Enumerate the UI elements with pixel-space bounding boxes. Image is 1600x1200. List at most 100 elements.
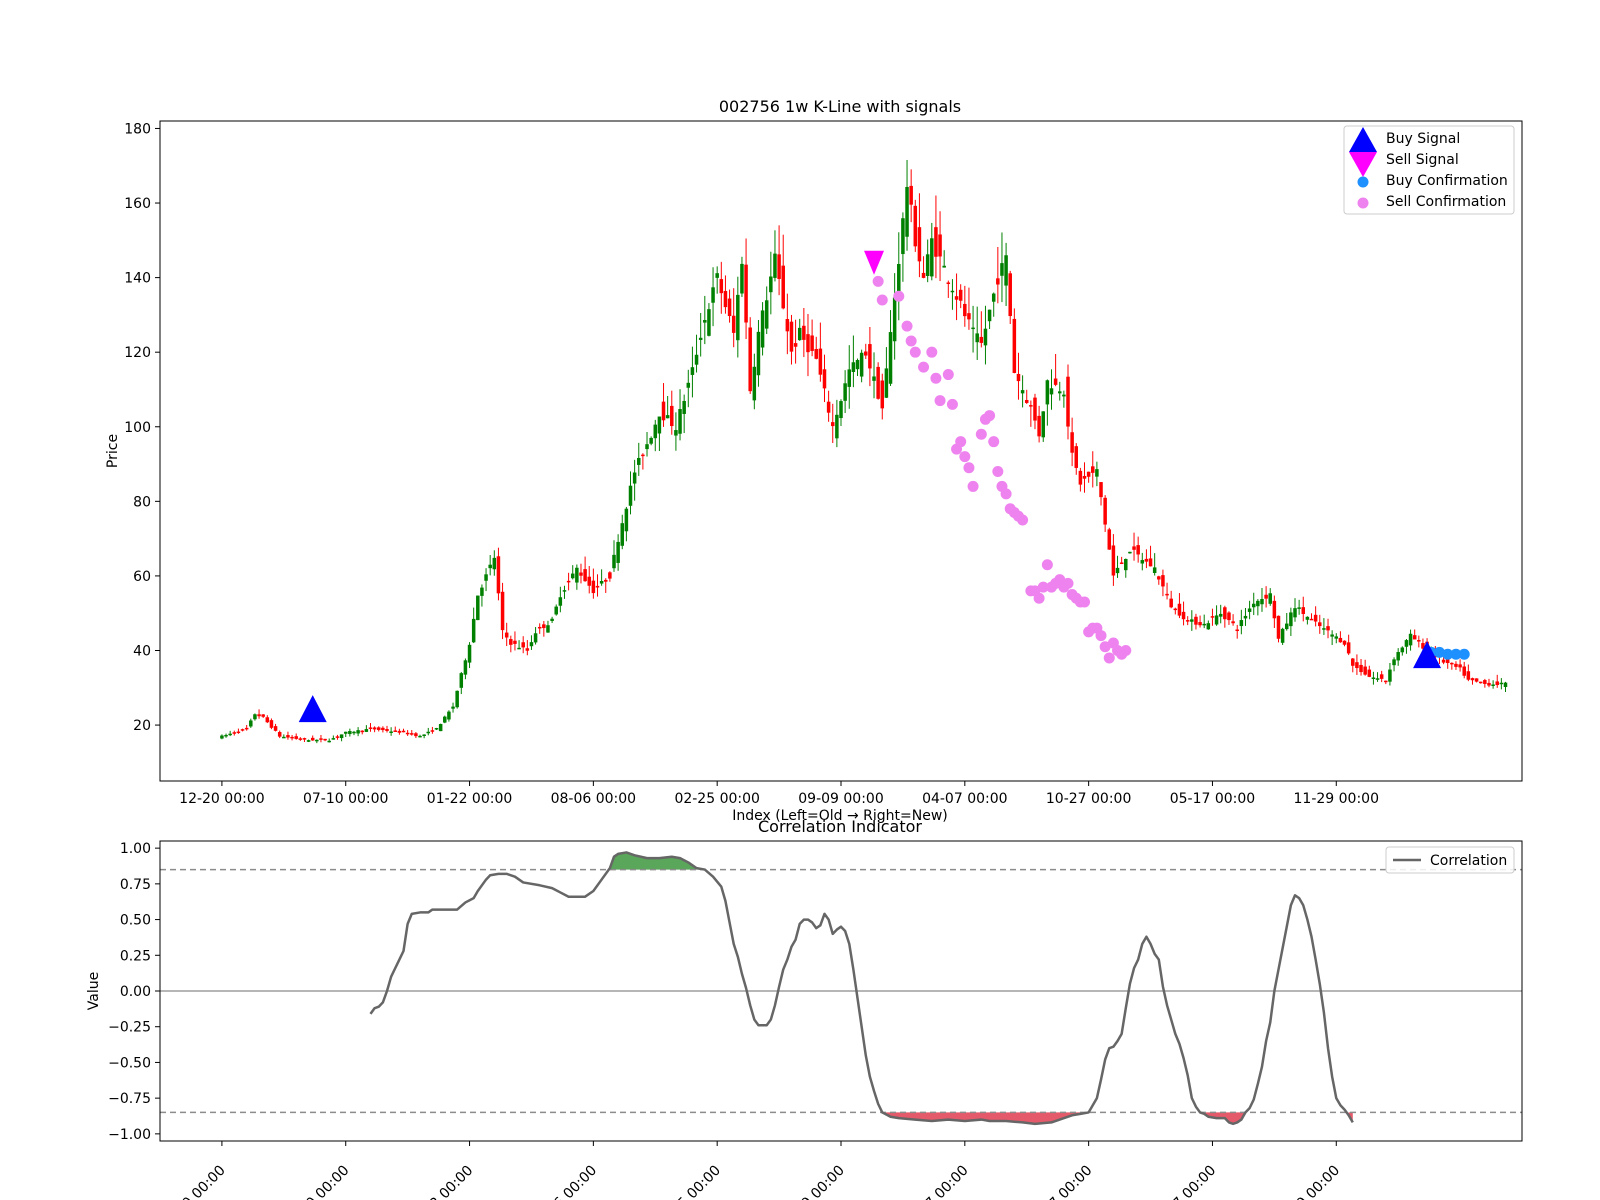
candle-body (1185, 620, 1190, 622)
candle-body (1082, 475, 1087, 479)
candle-body (579, 572, 583, 576)
sell-confirmation-point (909, 346, 921, 358)
candle-body (1239, 620, 1244, 627)
candle-body (628, 485, 633, 506)
candle-body (1231, 621, 1235, 624)
candle-body (884, 368, 889, 398)
candle-body (1198, 622, 1202, 626)
candle-body (376, 727, 381, 730)
candle-body (306, 740, 311, 742)
candle-body (1210, 616, 1215, 618)
candle-body (971, 327, 975, 330)
candle-body (447, 711, 451, 720)
candle-body (645, 444, 649, 450)
candle-body (1037, 415, 1041, 437)
candle-body (678, 409, 682, 434)
candle-body (764, 300, 769, 329)
candle-body (1029, 405, 1033, 407)
candle-body (480, 587, 484, 596)
candle-body (323, 738, 327, 741)
candle-body (1157, 576, 1161, 580)
candle-body (339, 734, 344, 739)
candle-body (657, 416, 662, 434)
candle-body (244, 727, 249, 730)
candle-body (934, 227, 938, 257)
candle-body (1140, 560, 1145, 564)
candle-body (368, 727, 373, 729)
candle-body (1371, 677, 1376, 680)
candle-body (760, 310, 765, 348)
candle-body (1326, 626, 1330, 631)
candle-body (310, 737, 315, 741)
candle-body (1487, 682, 1491, 686)
candle-body (954, 296, 959, 300)
sell-confirmation-point (930, 372, 942, 384)
candle-body (1313, 614, 1318, 622)
candle-body (1057, 391, 1062, 394)
candle-body (504, 632, 509, 638)
candle-body (525, 648, 530, 651)
candle-body (888, 332, 893, 384)
candle-body (830, 422, 835, 427)
candle-body (1214, 615, 1219, 625)
candle-body (905, 186, 909, 237)
kline-x-tick-label: 01-22 00:00 (427, 791, 512, 807)
candle-body (558, 597, 563, 606)
candle-body (1223, 607, 1227, 620)
candle-body (620, 523, 625, 546)
candle-body (632, 472, 637, 484)
candle-body (1124, 558, 1128, 571)
candle-body (810, 335, 814, 351)
candle-body (736, 294, 740, 341)
candle-body (249, 720, 253, 727)
sell-confirmation-point (934, 395, 946, 407)
legend-sell-signal-label: Sell Signal (1386, 152, 1459, 168)
sell-confirmation-point (1033, 592, 1045, 604)
kline-y-tick-label: 140 (124, 271, 151, 287)
kline-y-label: Price (105, 434, 121, 468)
candle-body (476, 595, 480, 621)
sell-confirmation-point (1079, 596, 1091, 608)
candle-body (612, 554, 616, 569)
candle-body (909, 185, 913, 205)
sell-confirmation-point (1103, 652, 1115, 664)
candle-body (290, 736, 294, 739)
candle-body (463, 660, 468, 675)
candle-body (1441, 659, 1446, 663)
correlation-y-tick-label: 0.25 (120, 948, 151, 964)
legend-correlation-label: Correlation (1430, 853, 1507, 869)
candle-body (682, 400, 686, 414)
candle-body (665, 415, 670, 419)
candle-body (1053, 378, 1058, 385)
candle-body (1144, 558, 1149, 562)
kline-x-tick-label: 08-06 00:00 (551, 791, 636, 807)
candle-body (422, 734, 426, 737)
candle-body (517, 647, 521, 650)
candle-body (1462, 666, 1466, 676)
candle-body (385, 729, 389, 731)
candle-body (649, 437, 653, 444)
candle-body (777, 254, 781, 279)
candle-body (1280, 628, 1285, 643)
candle-body (1000, 263, 1004, 276)
candle-body (925, 254, 930, 276)
candle-body (1218, 613, 1223, 617)
kline-title: 002756 1w K-Line with signals (719, 97, 961, 116)
sell-confirmation-point (946, 398, 958, 410)
candle-body (901, 218, 905, 255)
candle-body (269, 720, 274, 728)
sell-confirmation-point (893, 290, 905, 302)
candle-body (1012, 318, 1017, 373)
candle-body (1400, 647, 1405, 653)
candle-body (1103, 497, 1107, 525)
candle-body (781, 265, 785, 309)
candle-body (521, 642, 525, 648)
sell-confirmation-point (905, 335, 917, 347)
candle-body (1412, 635, 1417, 640)
candle-body (224, 734, 228, 737)
kline-x-tick-label: 11-29 00:00 (1294, 791, 1379, 807)
sell-confirmation-point (992, 466, 1004, 478)
candle-body (1008, 273, 1012, 317)
candle-body (674, 430, 678, 436)
sell-confirmation-point (963, 462, 975, 474)
